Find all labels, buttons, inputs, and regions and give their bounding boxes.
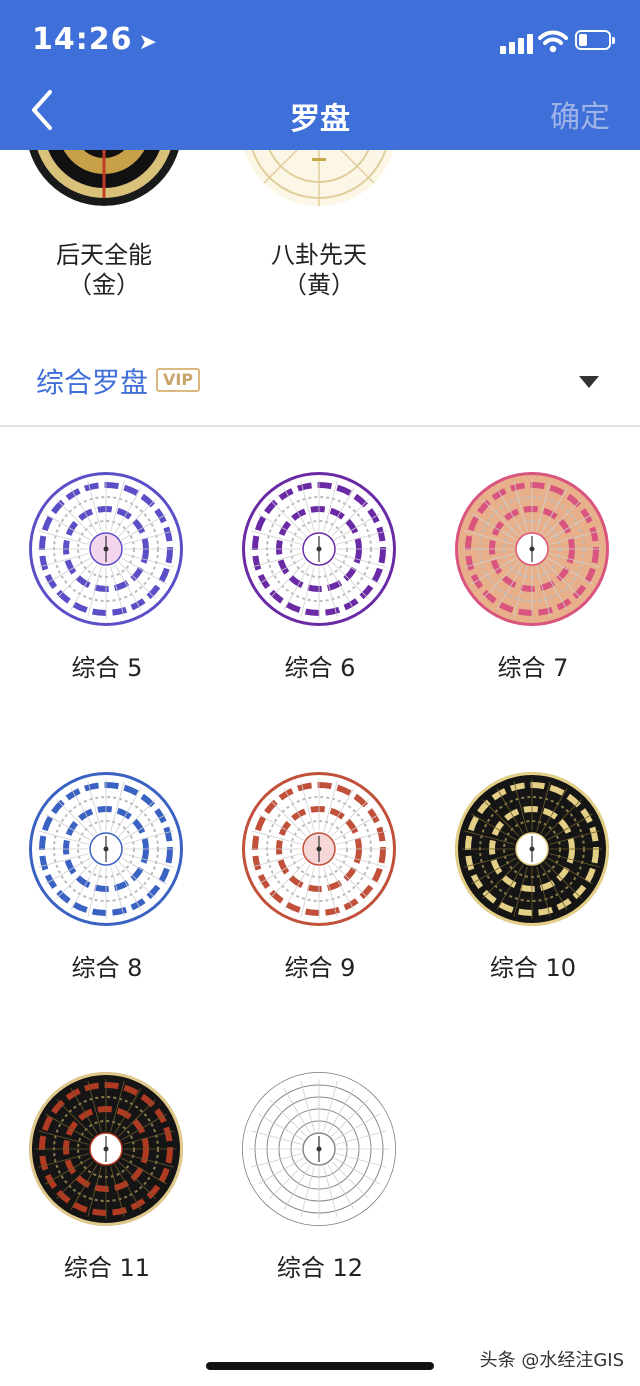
compass-image	[242, 472, 396, 626]
status-time: 14:26 ➤	[32, 22, 158, 57]
compass-image	[242, 1072, 396, 1226]
compass-label: 综合 10	[489, 954, 577, 982]
compass-name: 八卦先天	[271, 241, 367, 269]
compass-image	[29, 772, 183, 926]
compass-label: 八卦先天 （黄）	[219, 240, 419, 300]
compass-option[interactable]: 综合 11	[0, 1026, 214, 1326]
cellular-signal-icon	[500, 32, 534, 54]
compass-name: 后天全能	[56, 241, 152, 269]
section-header[interactable]: 综合罗盘 VIP	[0, 345, 640, 425]
compass-option[interactable]: 综合 9	[213, 726, 427, 1026]
confirm-button[interactable]: 确定	[550, 92, 610, 136]
compass-option[interactable]: 综合 5	[0, 426, 214, 726]
compass-label: 综合 5	[71, 654, 143, 682]
compass-label: 综合 7	[497, 654, 569, 682]
previous-compass-row	[0, 150, 640, 210]
app-header: 14:26 ➤ 罗盘 确定	[0, 0, 640, 150]
compass-label: 综合 12	[276, 1254, 364, 1282]
compass-label: 综合 11	[63, 1254, 151, 1282]
compass-label: 综合 9	[284, 954, 356, 982]
compass-label: 综合 8	[71, 954, 143, 982]
compass-variant: （黄）	[283, 271, 355, 299]
compass-option[interactable]: 综合 8	[0, 726, 214, 1026]
clock-text: 14:26	[32, 22, 133, 57]
watermark: 头条 @水经注GIS	[479, 1350, 624, 1371]
compass-variant: （金）	[68, 271, 140, 299]
compass-image[interactable]	[241, 150, 397, 206]
compass-option[interactable]: 综合 10	[426, 726, 640, 1026]
status-bar: 14:26 ➤	[0, 18, 640, 62]
compass-label: 后天全能 （金）	[4, 240, 204, 300]
compass-image	[29, 472, 183, 626]
location-arrow-icon: ➤	[138, 30, 158, 55]
compass-image	[455, 772, 609, 926]
compass-image	[455, 472, 609, 626]
compass-image	[242, 772, 396, 926]
compass-image[interactable]	[26, 150, 182, 206]
compass-image	[29, 1072, 183, 1226]
nav-bar: 罗盘 确定	[0, 76, 640, 150]
home-indicator[interactable]	[206, 1362, 434, 1370]
page-title: 罗盘	[290, 102, 350, 137]
wifi-icon	[538, 28, 568, 54]
vip-badge: VIP	[156, 368, 201, 392]
compass-label: 综合 6	[284, 654, 356, 682]
dropdown-arrow-icon[interactable]	[578, 375, 600, 389]
section-title: 综合罗盘	[36, 366, 149, 399]
battery-icon	[575, 30, 615, 50]
compass-option[interactable]: 综合 12	[213, 1026, 427, 1326]
compass-option[interactable]: 综合 6	[213, 426, 427, 726]
compass-option[interactable]: 综合 7	[426, 426, 640, 726]
